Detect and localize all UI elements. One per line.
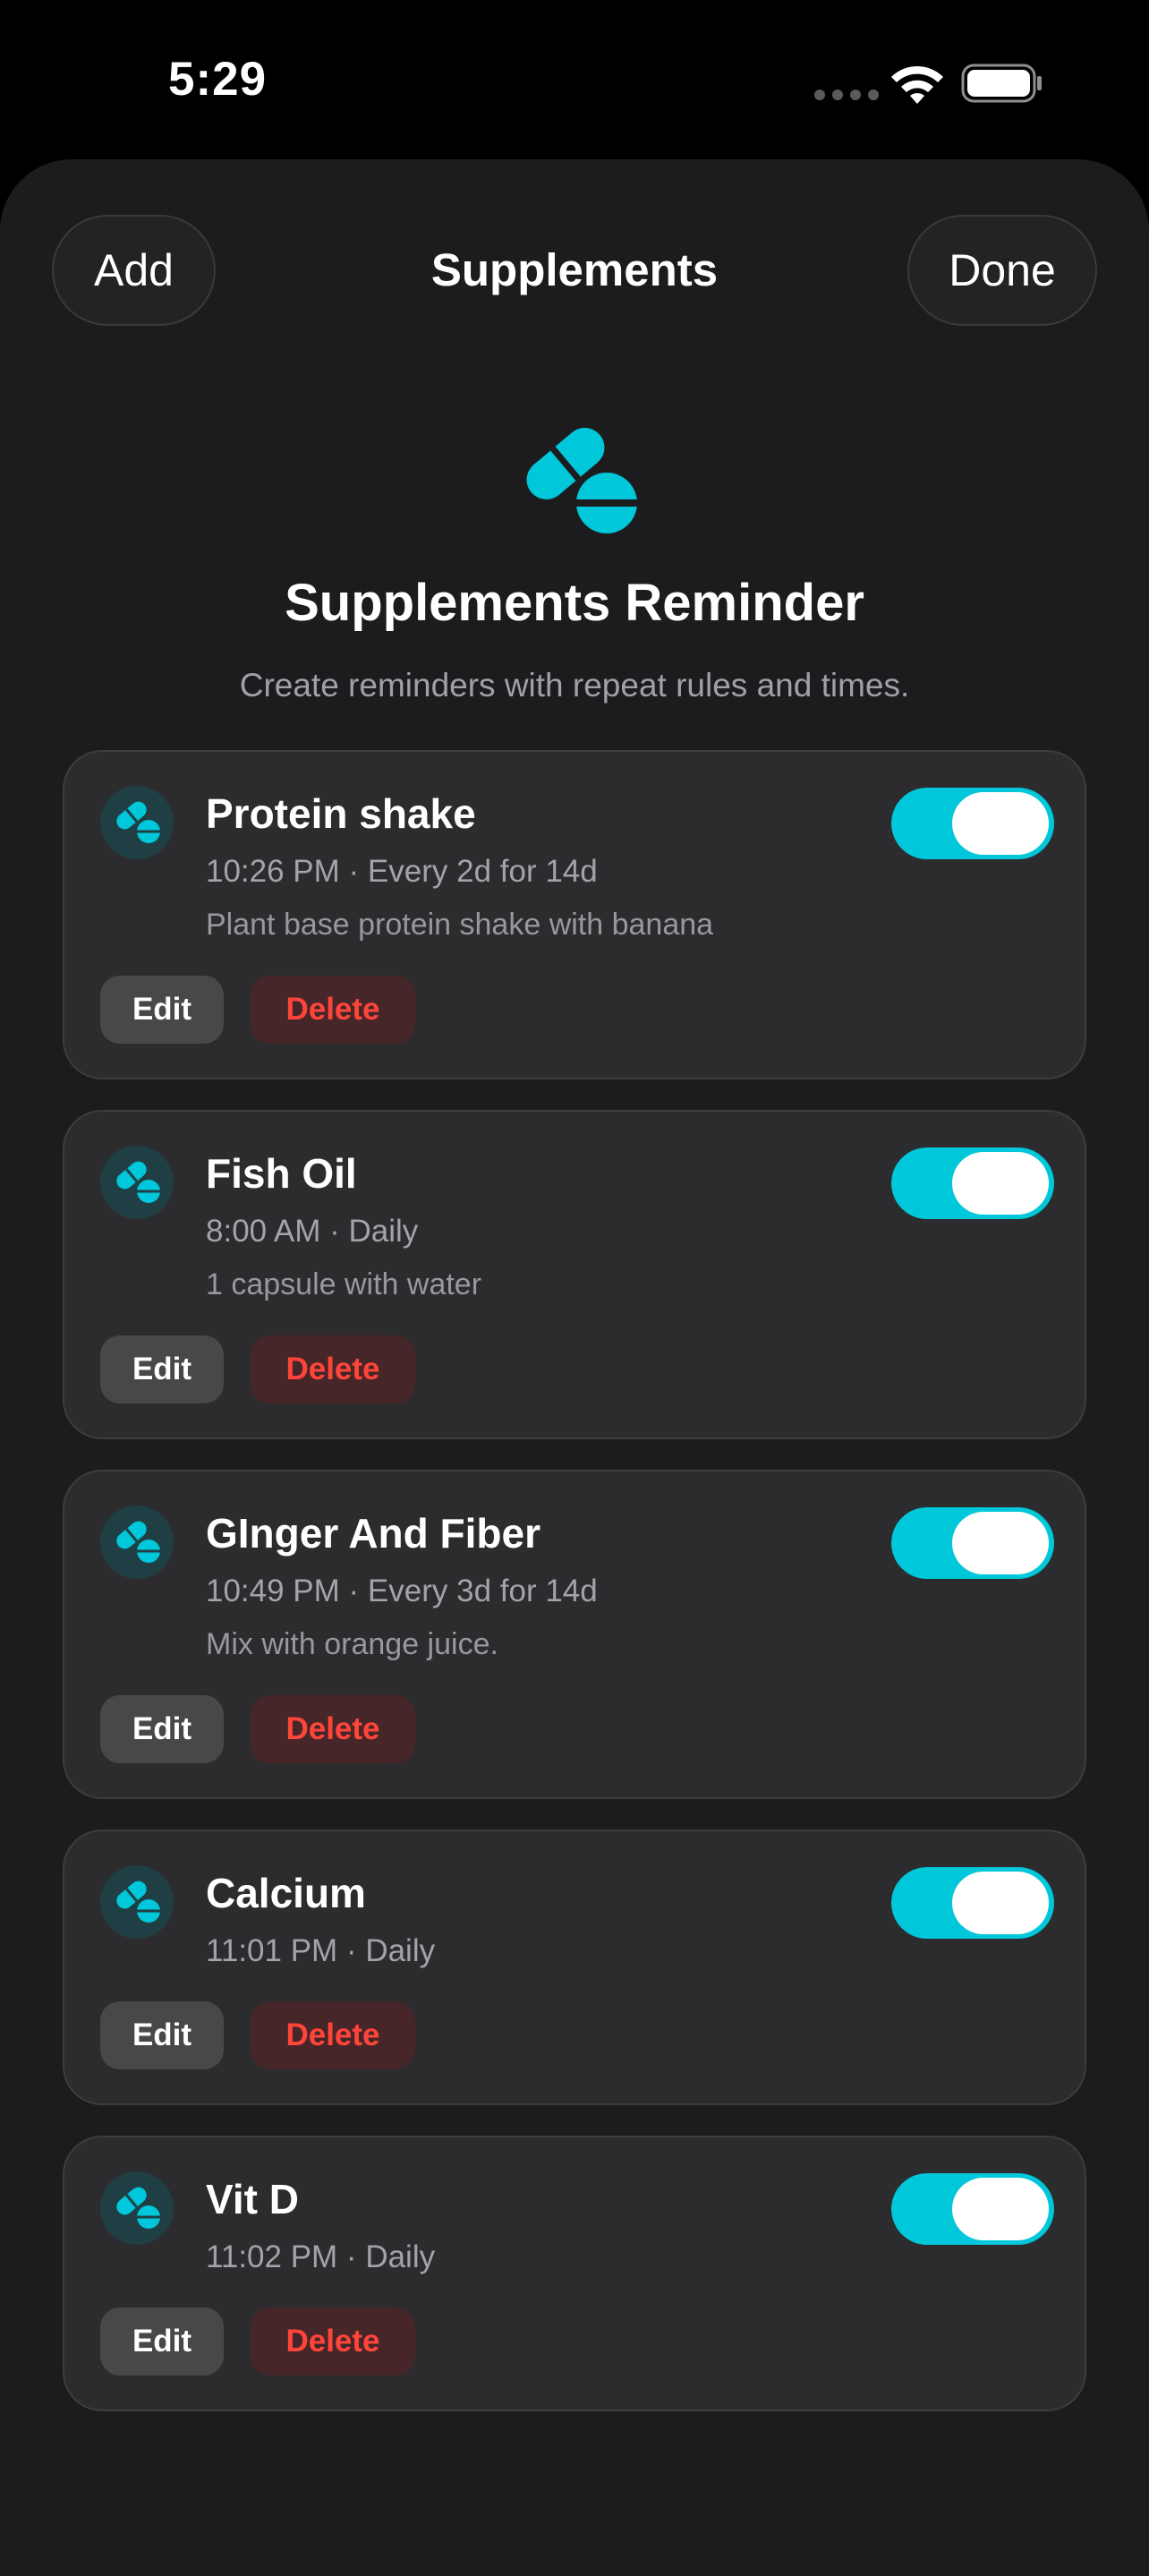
delete-button[interactable]: Delete — [251, 976, 415, 1044]
toggle-knob — [952, 2178, 1049, 2240]
edit-button[interactable]: Edit — [100, 1335, 224, 1403]
toggle-knob — [952, 1512, 1049, 1574]
reminder-title: Calcium — [206, 1870, 366, 1916]
reminder-toggle[interactable] — [891, 1507, 1054, 1579]
reminder-note: Plant base protein shake with banana — [206, 908, 714, 942]
battery-icon — [961, 64, 1042, 103]
pills-icon — [116, 1161, 161, 1203]
reminder-card: Fish Oil 8:00 AM · Daily 1 capsule with … — [63, 1110, 1086, 1439]
pills-icon — [116, 801, 161, 843]
reminder-title: Vit D — [206, 2176, 299, 2222]
status-time: 5:29 — [168, 53, 268, 106]
reminder-card: Vit D 11:02 PM · Daily Edit Delete — [63, 2136, 1086, 2411]
toggle-knob — [952, 1872, 1049, 1934]
pills-icon — [116, 2187, 161, 2229]
pills-icon — [116, 1881, 161, 1923]
delete-button[interactable]: Delete — [251, 1695, 415, 1763]
reminder-schedule: 10:49 PM · Every 3d for 14d — [206, 1574, 598, 1608]
reminder-title: Protein shake — [206, 790, 476, 837]
delete-button[interactable]: Delete — [251, 2001, 415, 2069]
reminder-icon — [100, 1506, 174, 1579]
hero-title: Supplements Reminder — [285, 574, 864, 632]
edit-button[interactable]: Edit — [100, 976, 224, 1044]
pills-icon — [116, 1521, 161, 1563]
toggle-knob — [952, 792, 1049, 855]
reminder-schedule: 8:00 AM · Daily — [206, 1214, 419, 1249]
reminder-schedule: 11:01 PM · Daily — [206, 1933, 436, 1968]
reminder-note: Mix with orange juice. — [206, 1627, 498, 1661]
done-button[interactable]: Done — [907, 215, 1097, 326]
reminder-icon — [100, 1146, 174, 1219]
edit-button[interactable]: Edit — [100, 2001, 224, 2069]
reminder-toggle[interactable] — [891, 1867, 1054, 1939]
reminder-card: GInger And Fiber 10:49 PM · Every 3d for… — [63, 1470, 1086, 1799]
reminder-icon — [100, 1865, 174, 1939]
reminder-card: Calcium 11:01 PM · Daily Edit Delete — [63, 1830, 1086, 2105]
cellular-signal-icon — [814, 90, 879, 100]
pills-icon — [526, 428, 639, 533]
edit-button[interactable]: Edit — [100, 2307, 224, 2376]
reminder-toggle[interactable] — [891, 2173, 1054, 2245]
reminder-toggle[interactable] — [891, 788, 1054, 859]
reminder-schedule: 10:26 PM · Every 2d for 14d — [206, 854, 598, 889]
hero-subtitle: Create reminders with repeat rules and t… — [239, 667, 910, 704]
reminder-title: Fish Oil — [206, 1150, 357, 1197]
toggle-knob — [952, 1152, 1049, 1215]
delete-button[interactable]: Delete — [251, 1335, 415, 1403]
reminder-toggle[interactable] — [891, 1147, 1054, 1219]
reminder-note: 1 capsule with water — [206, 1267, 482, 1301]
reminder-title: GInger And Fiber — [206, 1510, 540, 1557]
edit-button[interactable]: Edit — [100, 1695, 224, 1763]
wifi-icon — [891, 65, 943, 104]
status-bar: 5:29 — [0, 0, 1149, 161]
reminder-icon — [100, 786, 174, 859]
reminder-icon — [100, 2171, 174, 2245]
delete-button[interactable]: Delete — [251, 2307, 415, 2376]
reminder-card: Protein shake 10:26 PM · Every 2d for 14… — [63, 750, 1086, 1079]
reminder-schedule: 11:02 PM · Daily — [206, 2239, 436, 2274]
